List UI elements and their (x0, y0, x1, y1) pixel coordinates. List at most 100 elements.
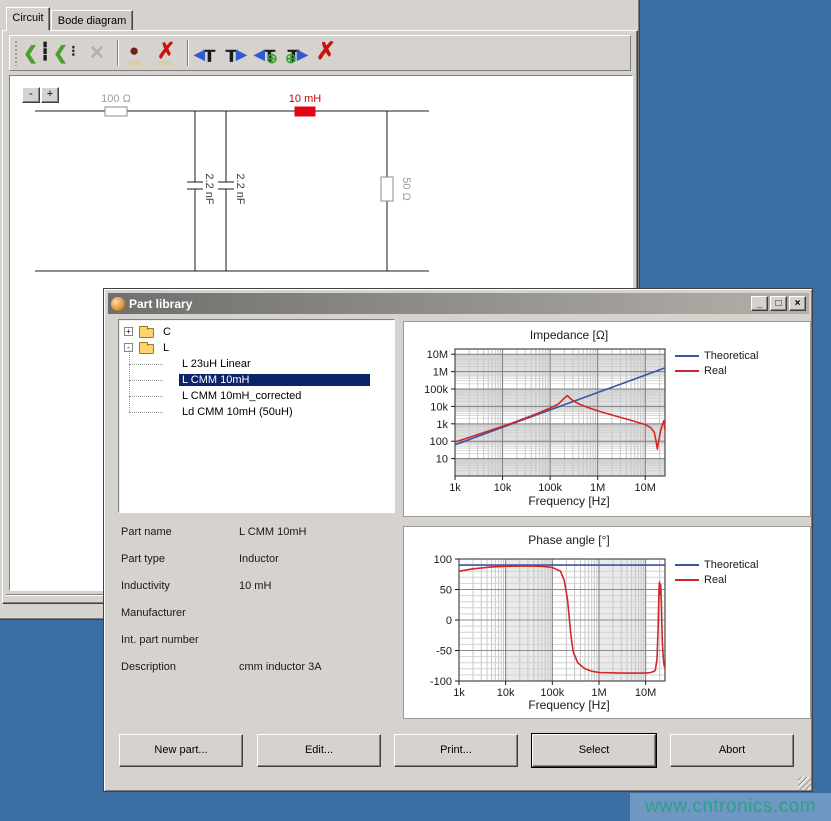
minimize-button[interactable]: _ (751, 296, 768, 311)
toolbar-separator (187, 40, 189, 66)
print-button[interactable]: Print... (394, 734, 518, 767)
watermark-text: www.cntronics.com (645, 796, 816, 818)
tab-circuit[interactable]: Circuit (6, 7, 50, 31)
toolbar-grip-handle[interactable] (14, 40, 18, 66)
svg-text:100k: 100k (538, 482, 562, 494)
tree-item[interactable]: L CMM 10mH (119, 372, 394, 388)
probe-delete-icon[interactable]: ✗ (313, 39, 343, 67)
dialog-titlebar[interactable]: Part library _□× (108, 293, 809, 314)
inductor-10mh-symbol[interactable] (295, 107, 315, 116)
resistor-100-symbol[interactable] (105, 107, 127, 116)
legend-entry: Theoretical (675, 348, 758, 363)
tree-item-label-selected: L CMM 10mH (179, 374, 370, 386)
tree-expander-icon[interactable]: + (124, 327, 133, 336)
select-button[interactable]: Select (532, 734, 656, 767)
close-button[interactable]: × (789, 296, 806, 311)
tree-connector (129, 380, 163, 381)
svg-text:1k: 1k (436, 419, 448, 431)
part-tree[interactable]: +C-LL 23uH LinearL CMM 10mHL CMM 10mH_co… (118, 319, 395, 513)
probe-insert-right-icon[interactable]: ┰▶⊕ (283, 39, 313, 67)
probe-insert-left-icon[interactable]: ┰◀⊕ (253, 39, 283, 67)
maximize-button[interactable]: □ (770, 296, 787, 311)
detail-label: Part name (121, 526, 172, 538)
tree-item[interactable]: +C (119, 324, 394, 340)
legend-label: Theoretical (704, 350, 758, 362)
capacitor-1-label: 2.2 nF (203, 173, 215, 204)
tab-bode-diagram[interactable]: Bode diagram (51, 10, 133, 31)
glyph: ❮ (23, 44, 38, 62)
legend-line-sample (675, 370, 699, 372)
svg-text:1k: 1k (449, 482, 461, 494)
insert-part-parallel-icon[interactable]: ❮⁝ (53, 39, 83, 67)
legend-line-sample (675, 355, 699, 357)
zoom-in-button[interactable]: + (41, 87, 59, 103)
svg-text:1M: 1M (433, 367, 448, 379)
svg-text:-100: -100 (430, 676, 452, 688)
zoom-out-button[interactable]: - (22, 87, 40, 103)
detail-value: L CMM 10mH (239, 526, 306, 538)
capacitor-2-label: 2.2 nF (234, 173, 246, 204)
svg-text:100: 100 (430, 436, 448, 448)
legend-line-sample (675, 579, 699, 581)
folder-icon (139, 328, 154, 338)
cut-part-icon[interactable]: ✕ (83, 39, 113, 67)
resistor-50-label: 50 Ω (400, 177, 412, 201)
glyph: ┇ (40, 43, 50, 60)
glyph: ✗ (157, 40, 175, 62)
tree-connector (129, 412, 163, 413)
new-part-button[interactable]: New part... (119, 734, 243, 767)
legend-line-sample (675, 564, 699, 566)
glyph: ▶ (297, 47, 308, 61)
tree-item-label: Ld CMM 10mH (50uH) (179, 406, 370, 418)
resistor-100-label: 100 Ω (101, 93, 131, 105)
phase-legend: TheoreticalReal (675, 557, 758, 587)
detail-value: Inductor (239, 553, 279, 565)
glyph: ✕ (89, 44, 105, 63)
probe-move-left-icon[interactable]: ┰◀ (193, 39, 223, 67)
impedance-chart-title: Impedance [Ω] (404, 328, 734, 342)
glyph: ┰ (204, 42, 215, 60)
delete-part-icon[interactable]: ▬✗ (153, 39, 183, 67)
tree-item[interactable]: L 23uH Linear (119, 356, 394, 372)
svg-text:50: 50 (440, 585, 452, 597)
probe-move-right-icon[interactable]: ┰▶ (223, 39, 253, 67)
tree-connector (129, 364, 163, 365)
tree-item-label: L 23uH Linear (179, 358, 370, 370)
glyph: ⊕ (285, 51, 297, 65)
tree-item[interactable]: -L (119, 340, 394, 356)
impedance-chart-panel: Impedance [Ω] 1k10k100k1M10M10M1M100k10k… (403, 321, 811, 517)
detail-label: Int. part number (121, 634, 199, 646)
svg-text:-50: -50 (436, 646, 452, 658)
insert-part-series-icon[interactable]: ❮┇ (23, 39, 53, 67)
toolbar: ❮┇❮⁝✕▬●▬✗┰◀┰▶┰◀⊕┰▶⊕✗ (9, 35, 631, 71)
detail-value: cmm inductor 3A (239, 661, 322, 673)
phase-x-axis-label: Frequency [Hz] (404, 698, 734, 712)
glyph: ◀ (194, 47, 205, 61)
glyph: ⊕ (266, 51, 278, 65)
folder-icon (139, 344, 154, 354)
legend-label: Real (704, 574, 727, 586)
tree-item-label: L CMM 10mH_corrected (179, 390, 370, 402)
tree-item[interactable]: Ld CMM 10mH (50uH) (119, 404, 394, 420)
glyph: ▶ (236, 47, 247, 61)
resistor-50-symbol[interactable] (381, 177, 393, 201)
resize-grip[interactable] (798, 777, 811, 790)
detail-label: Inductivity (121, 580, 170, 592)
tree-connector (129, 396, 163, 397)
svg-text:10k: 10k (430, 401, 448, 413)
phase-chart-panel: Phase angle [°] 1k10k100k1M10M100500-50-… (403, 526, 811, 719)
abort-button[interactable]: Abort (670, 734, 794, 767)
detail-label: Part type (121, 553, 165, 565)
glyph: ⁝ (71, 44, 76, 59)
part-library-app-icon (111, 297, 125, 311)
tree-item[interactable]: L CMM 10mH_corrected (119, 388, 394, 404)
tree-item-label: C (161, 326, 173, 338)
glyph: ❮ (53, 44, 68, 62)
detail-label: Description (121, 661, 176, 673)
svg-text:10k: 10k (494, 482, 512, 494)
glyph: ◀ (254, 47, 265, 61)
edit-button[interactable]: Edit... (257, 734, 381, 767)
part-library-bug-icon[interactable]: ▬● (123, 39, 153, 67)
svg-text:0: 0 (446, 615, 452, 627)
svg-text:100: 100 (434, 554, 452, 566)
